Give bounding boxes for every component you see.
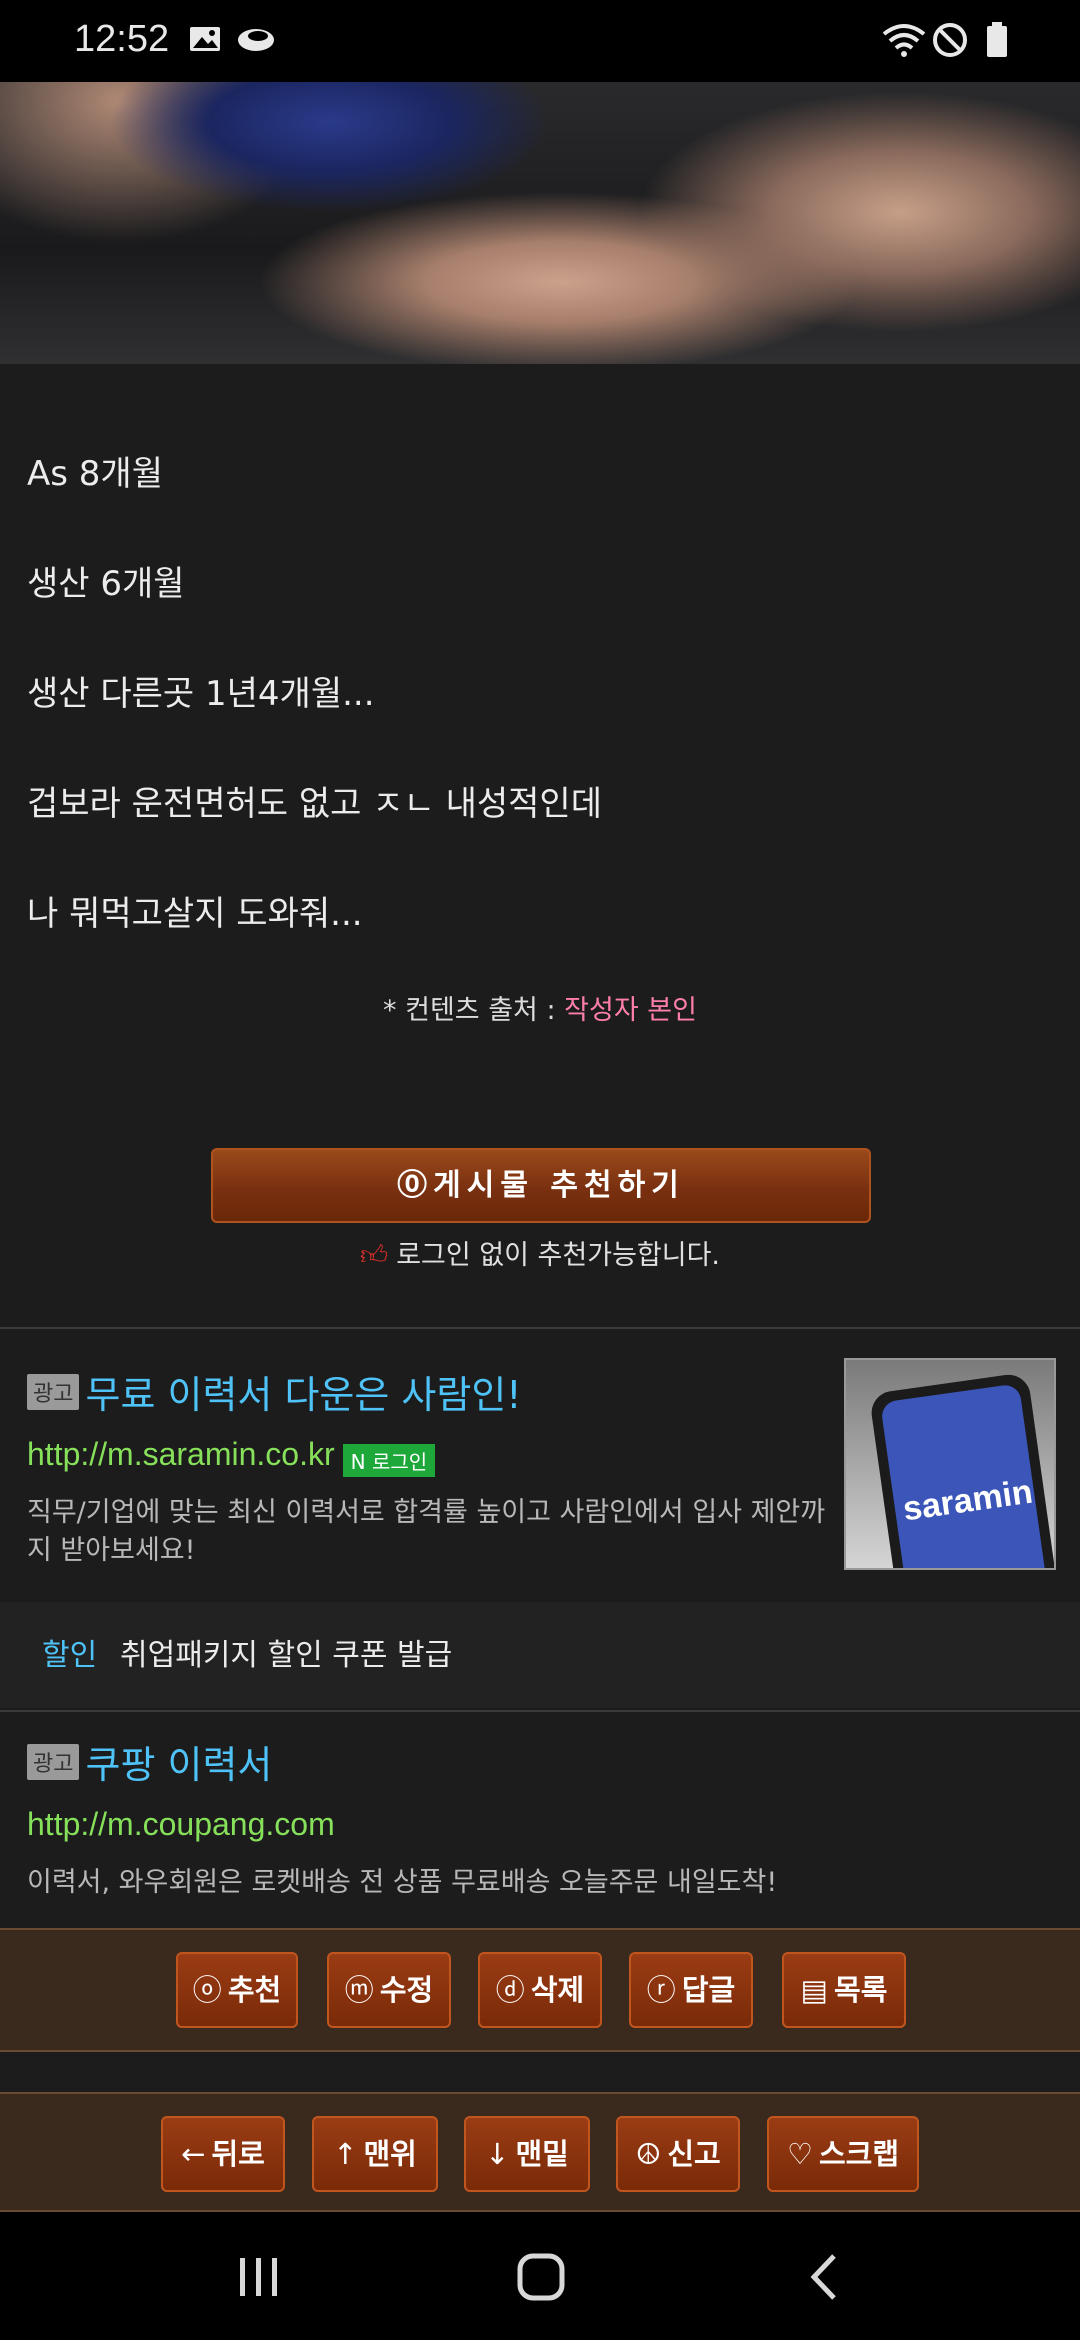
post-paragraph: 생산 다른곳 1년4개월... <box>27 674 375 714</box>
battery-icon <box>987 22 1007 57</box>
scrap-button[interactable]: ♡ 스크랩 <box>767 2116 919 2192</box>
delete-button[interactable]: ⓓ 삭제 <box>478 1952 602 2028</box>
status-bar: 12:52 <box>0 0 1080 82</box>
delete-icon: ⓓ <box>495 1973 525 2007</box>
content-source: * 컨텐츠 출처 : 작성자 본인 <box>0 988 1080 1027</box>
heart-icon: ♡ <box>786 2137 813 2171</box>
status-time: 12:52 <box>74 18 170 60</box>
post-paragraph: 생산 6개월 <box>27 564 185 604</box>
gallery-icon <box>190 27 220 51</box>
ad-url[interactable]: http://m.coupang.com <box>27 1806 335 1842</box>
list-icon: ▤ <box>800 1973 829 2007</box>
reply-button[interactable]: ⓡ 답글 <box>629 1952 753 2028</box>
naver-login-badge[interactable]: N 로그인 <box>342 1444 436 1477</box>
ad-url-row: http://m.coupang.com <box>27 1806 335 1843</box>
ad-block[interactable]: 광고 쿠팡 이력서 http://m.coupang.com 이력서, 와우회원은… <box>0 1712 1080 1926</box>
ad-url-row: http://m.saramin.co.kr N 로그인 <box>27 1436 436 1477</box>
post-paragraph: As 8개월 <box>27 454 163 494</box>
ad-url[interactable]: http://m.saramin.co.kr <box>27 1436 335 1472</box>
do-not-disturb-icon <box>933 23 967 57</box>
ad-tag: 광고 <box>27 1743 80 1780</box>
back-label: 뒤로 <box>211 2137 265 2171</box>
recommend-note-text: 로그인 없이 추천가능합니다. <box>396 1240 721 1271</box>
delete-label: 삭제 <box>530 1973 585 2007</box>
edit-label: 수정 <box>379 1973 434 2007</box>
reply-label: 답글 <box>681 1973 736 2007</box>
report-button[interactable]: ☮ 신고 <box>616 2116 740 2192</box>
recommend-icon: ⓞ <box>192 1973 222 2007</box>
ad-thumb-text: saramin <box>900 1472 1035 1529</box>
list-button[interactable]: ▤ 목록 <box>782 1952 906 2028</box>
scroll-bottom-label: 맨밑 <box>515 2137 569 2171</box>
arrow-down-icon: ↓ <box>485 2137 510 2171</box>
ad-description: 직무/기업에 맞는 최신 이력서로 합격률 높이고 사람인에서 입사 제안까지 … <box>27 1497 826 1566</box>
report-label: 신고 <box>667 2137 721 2171</box>
back-button[interactable]: ← 뒤로 <box>161 2116 285 2192</box>
ad-header: 광고 무료 이력서 다운은 사람인! <box>27 1364 522 1419</box>
scroll-bottom-button[interactable]: ↓ 맨밑 <box>464 2116 590 2192</box>
ad-title[interactable]: 쿠팡 이력서 <box>85 1743 272 1787</box>
recommend-post-button[interactable]: ⓪게시물 추천하기 <box>211 1148 871 1223</box>
coupon-tag: 할인 <box>42 1638 98 1673</box>
ad-thumbnail[interactable]: saramin <box>844 1358 1056 1570</box>
ad-description: 이력서, 와우회원은 로켓배송 전 상품 무료배송 오늘주문 내일도착! <box>27 1867 778 1898</box>
wifi-icon <box>882 24 926 57</box>
post-image <box>0 82 1080 364</box>
ad-title[interactable]: 무료 이력서 다운은 사람인! <box>85 1373 521 1417</box>
system-nav-bar <box>0 2212 1080 2340</box>
arrow-up-icon: ↑ <box>333 2137 358 2171</box>
back-icon[interactable] <box>806 2252 840 2302</box>
coupon-text[interactable]: 취업패키지 할인 쿠폰 발급 <box>120 1630 452 1674</box>
scroll-top-button[interactable]: ↑ 맨위 <box>312 2116 438 2192</box>
source-author: 작성자 본인 <box>564 995 697 1026</box>
reply-icon: ⓡ <box>646 1973 676 2007</box>
navigation-toolbar: ← 뒤로 ↑ 맨위 ↓ 맨밑 ☮ 신고 ♡ 스크랩 <box>0 2092 1080 2212</box>
thumbs-up-icon: 👍︎ <box>359 1240 389 1271</box>
divider <box>0 1327 1080 1329</box>
ad-header: 광고 쿠팡 이력서 <box>27 1734 272 1789</box>
recommend-label: 추천 <box>227 1973 282 2007</box>
edit-button[interactable]: ⓜ 수정 <box>327 1952 451 2028</box>
recommend-button[interactable]: ⓞ 추천 <box>176 1952 298 2028</box>
source-label: * 컨텐츠 출처 : <box>383 995 565 1026</box>
report-icon: ☮ <box>635 2137 662 2171</box>
ad-tag: 광고 <box>27 1373 80 1410</box>
scrap-label: 스크랩 <box>818 2137 900 2171</box>
scroll-top-label: 맨위 <box>363 2137 417 2171</box>
post-action-toolbar: ⓞ 추천 ⓜ 수정 ⓓ 삭제 ⓡ 답글 ▤ 목록 <box>0 1928 1080 2052</box>
recommend-note: 👍︎ 로그인 없이 추천가능합니다. <box>0 1233 1080 1272</box>
toolbar-gap <box>0 2052 1080 2092</box>
edit-icon: ⓜ <box>344 1973 374 2007</box>
cloud-icon <box>238 29 274 51</box>
post-paragraph: 나 뭐먹고살지 도와줘... <box>27 894 363 934</box>
arrow-left-icon: ← <box>181 2137 206 2171</box>
recent-apps-icon[interactable] <box>236 2254 282 2300</box>
home-icon[interactable] <box>516 2252 566 2302</box>
post-paragraph: 겁보라 운전면허도 없고 ㅈㄴ 내성적인데 <box>27 784 602 824</box>
phone-illustration: saramin <box>868 1371 1054 1568</box>
list-label: 목록 <box>834 1973 888 2007</box>
ad-coupon-row[interactable]: 할인 취업패키지 할인 쿠폰 발급 <box>0 1602 1080 1708</box>
